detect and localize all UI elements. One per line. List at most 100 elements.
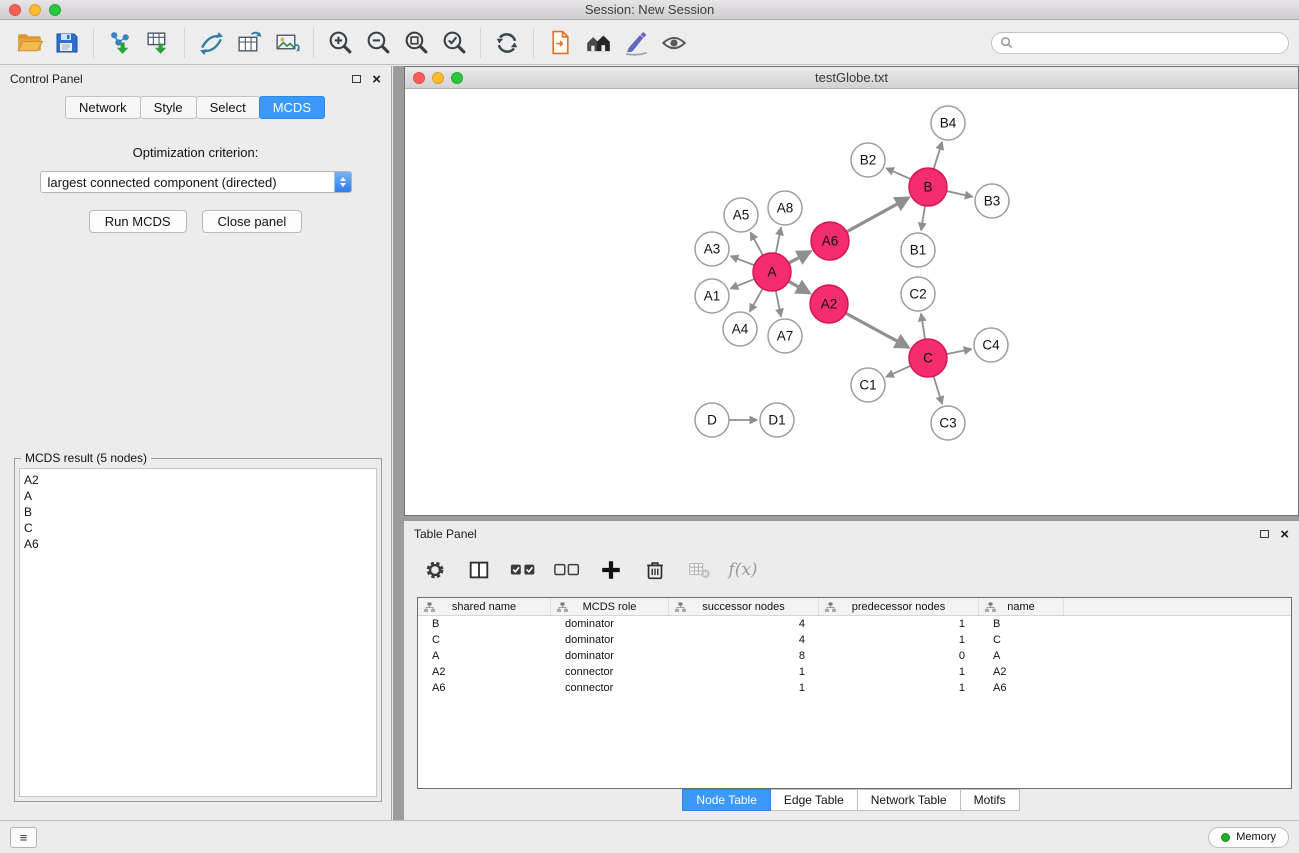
mcds-result-item[interactable]: A2 <box>24 472 372 488</box>
new-network-button[interactable] <box>192 24 230 62</box>
zoom-window-button[interactable] <box>49 4 61 16</box>
graph-edge-C-C1[interactable] <box>886 366 910 377</box>
graph-node-A6[interactable]: A6 <box>811 222 849 260</box>
mcds-result-item[interactable]: A <box>24 488 372 504</box>
table-cell[interactable]: dominator <box>551 634 669 646</box>
graph-node-B4[interactable]: B4 <box>931 106 965 140</box>
zoom-selected-button[interactable] <box>435 24 473 62</box>
zoom-in-button[interactable] <box>321 24 359 62</box>
table-row[interactable]: Adominator80A <box>418 648 1291 664</box>
tab-mcds[interactable]: MCDS <box>259 96 325 119</box>
deselect-all-button[interactable] <box>552 555 582 585</box>
column-header-name[interactable]: name <box>979 598 1064 615</box>
mcds-result-item[interactable]: A6 <box>24 536 372 552</box>
table-cell[interactable]: connector <box>551 666 669 678</box>
column-header-predecessor-nodes[interactable]: predecessor nodes <box>819 598 979 615</box>
function-builder-button[interactable]: f(x) <box>728 555 758 585</box>
import-table-button[interactable] <box>139 24 177 62</box>
add-column-button[interactable] <box>596 555 626 585</box>
table-cell[interactable]: A2 <box>418 666 551 678</box>
table-cell[interactable]: 0 <box>819 650 979 662</box>
graph-node-A1[interactable]: A1 <box>695 279 729 313</box>
tab-node-table[interactable]: Node Table <box>682 789 771 811</box>
graph-edge-A-A5[interactable] <box>751 233 763 256</box>
close-panel-icon[interactable]: × <box>372 72 381 87</box>
graph-edge-B-B1[interactable] <box>921 206 925 230</box>
criterion-dropdown[interactable]: largest connected component (directed) <box>40 171 352 193</box>
graph-edge-C-C2[interactable] <box>921 314 925 339</box>
search-input[interactable] <box>1018 36 1280 50</box>
minimize-window-button[interactable] <box>29 4 41 16</box>
column-header-shared-name[interactable]: shared name <box>418 598 551 615</box>
table-cell[interactable]: dominator <box>551 650 669 662</box>
table-cell[interactable]: 8 <box>669 650 819 662</box>
graph-node-C4[interactable]: C4 <box>974 328 1008 362</box>
task-history-button[interactable]: ≡ <box>10 827 37 848</box>
graph-edge-A-A2[interactable] <box>789 281 810 293</box>
graph-edge-A-A7[interactable] <box>776 291 781 317</box>
column-header-successor-nodes[interactable]: successor nodes <box>669 598 819 615</box>
graph-node-A4[interactable]: A4 <box>723 312 757 346</box>
float-table-panel-icon[interactable] <box>1260 530 1269 538</box>
table-options-button[interactable] <box>420 555 450 585</box>
graph-edge-A-A8[interactable] <box>776 228 781 254</box>
zoom-fit-button[interactable] <box>397 24 435 62</box>
graph-edge-B-B3[interactable] <box>947 191 973 197</box>
table-cell[interactable]: 1 <box>819 618 979 630</box>
table-cell[interactable]: B <box>418 618 551 630</box>
graph-edge-B-B2[interactable] <box>886 168 910 179</box>
network-canvas[interactable]: AA1A2A3A4A5A6A7A8BB1B2B3B4CC1C2C3C4DD1 <box>405 90 1298 515</box>
table-cell[interactable]: C <box>979 634 1064 646</box>
graph-edge-A-A3[interactable] <box>731 256 755 265</box>
float-panel-icon[interactable] <box>352 75 361 83</box>
graph-edge-C-C3[interactable] <box>934 376 943 404</box>
graph-node-C2[interactable]: C2 <box>901 277 935 311</box>
graph-node-A[interactable]: A <box>753 253 791 291</box>
tab-network-table[interactable]: Network Table <box>857 789 961 811</box>
mcds-result-item[interactable]: C <box>24 520 372 536</box>
new-table-button[interactable] <box>230 24 268 62</box>
table-cell[interactable]: 1 <box>819 666 979 678</box>
import-network-button[interactable] <box>101 24 139 62</box>
mcds-result-item[interactable]: B <box>24 504 372 520</box>
close-window-button[interactable] <box>9 4 21 16</box>
save-session-button[interactable] <box>48 24 86 62</box>
delete-column-button[interactable] <box>640 555 670 585</box>
tab-motifs[interactable]: Motifs <box>960 789 1020 811</box>
table-cell[interactable]: dominator <box>551 618 669 630</box>
tab-network[interactable]: Network <box>65 96 141 119</box>
table-cell[interactable]: A6 <box>418 682 551 694</box>
export-image-button[interactable] <box>268 24 306 62</box>
graph-edge-A6-B[interactable] <box>847 198 909 232</box>
graph-edge-A-A4[interactable] <box>750 289 763 312</box>
table-cell[interactable]: 1 <box>669 666 819 678</box>
table-cell[interactable]: 4 <box>669 634 819 646</box>
graph-node-B1[interactable]: B1 <box>901 233 935 267</box>
run-mcds-button[interactable]: Run MCDS <box>89 210 187 233</box>
graph-node-B2[interactable]: B2 <box>851 143 885 177</box>
graph-node-B[interactable]: B <box>909 168 947 206</box>
graph-node-A5[interactable]: A5 <box>724 198 758 232</box>
tab-select[interactable]: Select <box>196 96 260 119</box>
show-columns-button[interactable] <box>464 555 494 585</box>
network-minimize-button[interactable] <box>432 72 444 84</box>
graph-edge-B-B4[interactable] <box>934 142 942 169</box>
open-session-button[interactable] <box>10 24 48 62</box>
table-cell[interactable]: A <box>418 650 551 662</box>
memory-button[interactable]: Memory <box>1208 827 1289 848</box>
table-cell[interactable]: 1 <box>819 634 979 646</box>
table-row[interactable]: Cdominator41C <box>418 632 1291 648</box>
session-document-button[interactable] <box>541 24 579 62</box>
zoom-out-button[interactable] <box>359 24 397 62</box>
tab-style[interactable]: Style <box>140 96 197 119</box>
table-row[interactable]: Bdominator41B <box>418 616 1291 632</box>
select-all-button[interactable] <box>508 555 538 585</box>
graph-edge-A-A1[interactable] <box>731 279 755 289</box>
graph-node-A7[interactable]: A7 <box>768 319 802 353</box>
table-cell[interactable]: 4 <box>669 618 819 630</box>
table-row[interactable]: A2connector11A2 <box>418 664 1291 680</box>
table-cell[interactable]: C <box>418 634 551 646</box>
network-graph-svg[interactable]: AA1A2A3A4A5A6A7A8BB1B2B3B4CC1C2C3C4DD1 <box>405 90 1298 515</box>
tab-edge-table[interactable]: Edge Table <box>770 789 858 811</box>
graph-node-A3[interactable]: A3 <box>695 232 729 266</box>
